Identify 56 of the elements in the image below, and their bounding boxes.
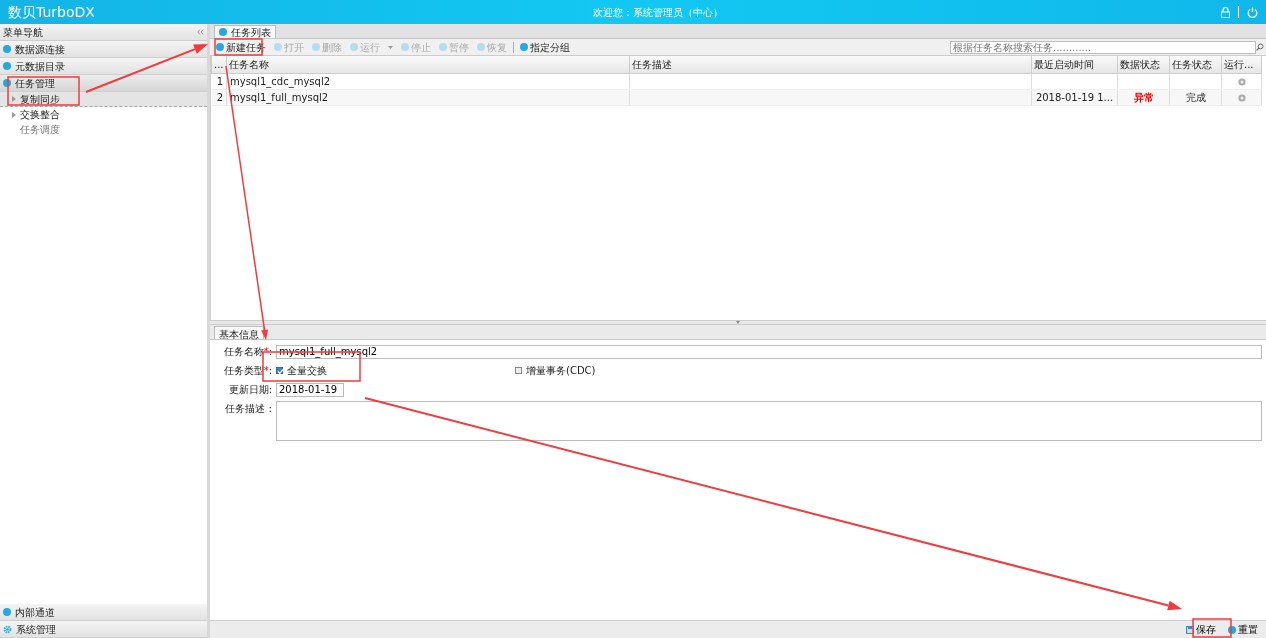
toolbar-button[interactable]: 指定分组 (516, 39, 574, 55)
check-icon (277, 368, 284, 375)
column-header[interactable]: 最近启动时间 (1031, 56, 1118, 73)
search-icon[interactable] (1256, 43, 1264, 51)
column-header[interactable]: 任务状态 (1169, 56, 1222, 73)
accordion-header[interactable]: 内部通道 (0, 604, 207, 621)
circle-icon (520, 43, 528, 51)
circle-icon (3, 45, 11, 53)
search-field[interactable]: 根据任务名称搜索任务............ (950, 40, 1256, 54)
gear-icon (3, 624, 12, 634)
app-title: 数贝TurboDX (8, 2, 95, 22)
lock-icon[interactable] (1221, 6, 1230, 18)
welcome-text: 欢迎您：系统管理员（中心） (592, 5, 723, 20)
accordion-header[interactable]: 元数据目录 (0, 58, 207, 75)
accordion-header[interactable]: 系统管理 (0, 621, 207, 638)
circle-icon (3, 79, 11, 87)
checkbox[interactable]: 增量事务(CDC) (515, 363, 596, 378)
table-cell: mysql1_cdc_mysql2 (226, 73, 629, 89)
field-label: 任务描述 : (224, 402, 272, 416)
sidebar-title: 菜单导航 (3, 25, 43, 40)
row-number: 1 (211, 73, 227, 89)
accordion-header[interactable]: 数据源连接 (0, 41, 207, 58)
highlight-box (214, 38, 263, 56)
power-icon[interactable] (1247, 6, 1258, 18)
circle-icon (216, 43, 224, 51)
accordion-header[interactable]: 任务管理 (0, 75, 207, 92)
circle-icon (219, 28, 227, 36)
circle-icon (312, 43, 320, 51)
tree-item[interactable]: 任务调度 (0, 122, 207, 137)
checkbox[interactable]: 全量交换 (276, 363, 511, 378)
circle-icon (477, 43, 485, 51)
collapse-icon[interactable] (197, 29, 204, 35)
circle-icon (3, 608, 11, 616)
circle-icon (350, 43, 358, 51)
circle-icon (3, 62, 11, 70)
column-header[interactable]: 运行... (1221, 56, 1262, 73)
reset-button[interactable]: 重置 (1224, 621, 1262, 638)
save-button[interactable]: 保存 (1182, 621, 1220, 638)
tab[interactable]: 任务列表 (214, 25, 276, 38)
highlight-box (1192, 618, 1232, 638)
expand-arrow-icon (12, 96, 16, 102)
tree-item[interactable]: 复制同步 (0, 92, 207, 107)
circle-icon (1228, 625, 1236, 634)
field-label: 更新日期: (227, 383, 272, 397)
column-header[interactable]: 数据状态 (1117, 56, 1170, 73)
column-header[interactable]: ... (211, 56, 227, 73)
circle-icon (401, 43, 409, 51)
column-header[interactable]: 任务描述 (629, 56, 1032, 73)
column-header[interactable]: 任务名称 (226, 56, 629, 73)
circle-icon (439, 43, 447, 51)
circle-icon (274, 43, 282, 51)
expand-arrow-icon (12, 111, 16, 118)
text-area[interactable] (276, 401, 1262, 441)
tab[interactable]: 基本信息 (214, 326, 264, 339)
tree-item[interactable]: 交换整合 (0, 107, 207, 122)
date-field[interactable]: 2018-01-19 (276, 382, 344, 397)
